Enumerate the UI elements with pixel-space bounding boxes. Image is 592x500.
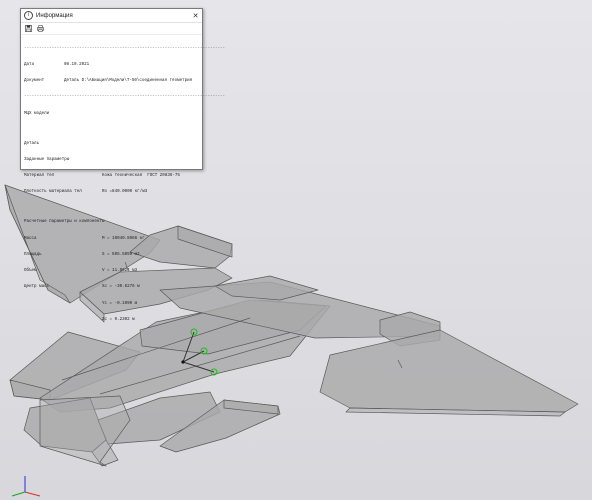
report-row: Yc = -0.1090 м xyxy=(24,302,199,307)
calc-label: Площадь xyxy=(24,252,42,257)
report-row: Площадь S = 505.5059 м2 xyxy=(24,253,199,258)
info-window[interactable]: i Информация ✕ -------------------------… xyxy=(20,8,225,322)
save-icon[interactable] xyxy=(25,25,32,32)
report-row: Центр масс Xc = -30.6276 м xyxy=(24,285,199,290)
report-row: Дата 08.10.2021 xyxy=(24,63,199,68)
calc-value: M = 10040.8966 кг xyxy=(102,236,145,241)
print-icon[interactable] xyxy=(37,25,44,32)
window-title-bar[interactable]: i Информация ✕ xyxy=(21,9,202,23)
fuselage-lower[interactable] xyxy=(39,395,131,467)
info-toolbar xyxy=(21,23,202,35)
report-row: Документ Деталь D:\Авиация\Модели\Т-50\с… xyxy=(24,79,199,84)
report-row: Объем V = 11.9624 м3 xyxy=(24,269,199,274)
param-label: Плотность материала тел xyxy=(24,190,82,195)
param-label: Материал тел xyxy=(24,174,55,179)
param-value: Ro =840.0000 кг/м3 xyxy=(102,190,148,195)
date-value: 08.10.2021 xyxy=(64,63,90,68)
report-row: Материал тел Кожа техническая ГОСТ 20836… xyxy=(24,174,199,179)
close-icon[interactable]: ✕ xyxy=(192,12,199,20)
origin-point-icon[interactable] xyxy=(181,360,185,364)
document-label: Документ xyxy=(24,79,45,84)
calc-label xyxy=(24,318,102,323)
info-icon: i xyxy=(24,11,33,20)
section-heading: Расчетные параметры и компоненты xyxy=(24,220,105,225)
section-heading: Заданные параметры xyxy=(24,157,70,162)
separator: ----------------------------------------… xyxy=(24,46,226,51)
orientation-triad-icon xyxy=(11,476,41,497)
date-label: Дата xyxy=(24,63,35,68)
section-heading: МЦХ модели xyxy=(24,111,50,116)
wing-right[interactable] xyxy=(319,329,579,413)
calc-label: Объем xyxy=(24,269,37,274)
calc-value: Zc = 0.2302 м xyxy=(102,317,135,322)
section-heading: Деталь xyxy=(24,141,40,146)
info-report: ----------------------------------------… xyxy=(21,35,226,334)
window-title: Информация xyxy=(36,12,73,19)
calc-label: Центр масс xyxy=(24,285,50,290)
calc-value: Xc = -30.6276 м xyxy=(102,285,140,290)
param-value: Кожа техническая ГОСТ 20836-75 xyxy=(102,174,180,179)
report-row: Zc = 0.2302 м xyxy=(24,318,199,323)
calc-value: Yc = -0.1090 м xyxy=(102,301,138,306)
document-value: Деталь D:\Авиация\Модели\Т-50\соединенна… xyxy=(64,79,193,84)
report-row: Масса M = 10040.8966 кг xyxy=(24,237,199,242)
separator: ----------------------------------------… xyxy=(24,95,226,100)
calc-label xyxy=(24,302,102,307)
report-row: Плотность материала тел Ro =840.0000 кг/… xyxy=(24,190,199,195)
calc-value: V = 11.9624 м3 xyxy=(102,269,138,274)
calc-value: S = 505.5059 м2 xyxy=(102,252,140,257)
calc-label: Масса xyxy=(24,236,37,241)
